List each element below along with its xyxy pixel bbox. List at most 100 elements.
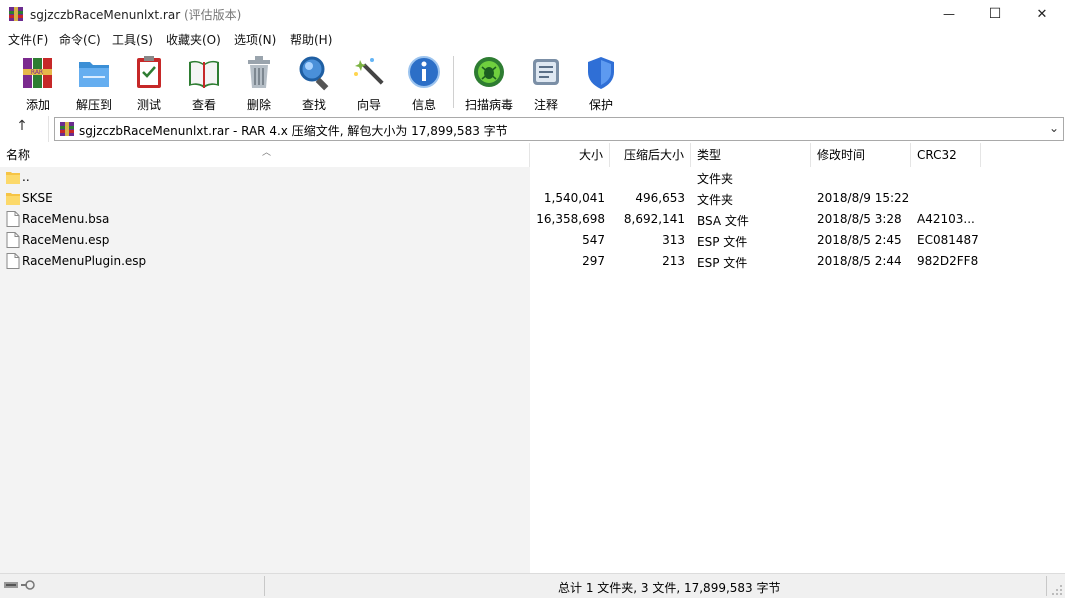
close-button[interactable]: ✕ bbox=[1019, 0, 1065, 28]
arrow-up-icon: ↑ bbox=[16, 118, 28, 134]
menu-options[interactable]: 选项(N) bbox=[234, 31, 276, 48]
menu-help[interactable]: 帮助(H) bbox=[290, 31, 332, 48]
column-name-label: 名称 bbox=[6, 148, 31, 162]
shield-icon bbox=[588, 57, 614, 89]
delete-button[interactable]: 删除 bbox=[230, 54, 286, 112]
row-name: RaceMenu.esp bbox=[22, 233, 110, 247]
column-header-name[interactable]: 名称 ︿ bbox=[0, 143, 530, 167]
table-row[interactable]: RaceMenuPlugin.esp 297 213 ESP 文件 2018/8… bbox=[0, 251, 1065, 272]
column-packed-label: 压缩后大小 bbox=[623, 148, 684, 162]
minimize-button[interactable]: — bbox=[926, 0, 972, 28]
table-row[interactable]: RaceMenu.bsa 16,358,698 8,692,141 BSA 文件… bbox=[0, 209, 1065, 230]
row-modified: 2018/8/9 15:22 bbox=[817, 191, 910, 205]
extract-to-label: 解压到 bbox=[75, 98, 112, 112]
file-icon bbox=[6, 253, 20, 269]
test-label: 测试 bbox=[136, 98, 161, 112]
row-modified: 2018/8/5 2:44 bbox=[817, 254, 902, 268]
archive-books-icon: RAR bbox=[23, 58, 52, 88]
virus-scan-label: 扫描病毒 bbox=[464, 98, 513, 112]
column-size-label: 大小 bbox=[578, 148, 603, 162]
row-type: ESP 文件 bbox=[697, 235, 748, 249]
row-crc: A42103... bbox=[917, 212, 975, 226]
column-header-size[interactable]: 大小 bbox=[530, 143, 610, 167]
test-button[interactable]: 测试 bbox=[120, 54, 176, 112]
file-icon bbox=[6, 211, 20, 227]
add-button[interactable]: RAR 添加 bbox=[9, 54, 65, 112]
maximize-button[interactable]: ☐ bbox=[972, 0, 1018, 28]
trash-can-icon bbox=[248, 56, 270, 88]
column-header-modified[interactable]: 修改时间 bbox=[811, 143, 911, 167]
menu-favorites[interactable]: 收藏夹(O) bbox=[166, 31, 221, 48]
comment-button[interactable]: 注释 bbox=[517, 54, 573, 112]
row-name: .. bbox=[22, 170, 30, 184]
column-crc-label: CRC32 bbox=[917, 148, 957, 162]
table-row[interactable]: RaceMenu.esp 547 313 ESP 文件 2018/8/5 2:4… bbox=[0, 230, 1065, 251]
row-type: ESP 文件 bbox=[697, 256, 748, 270]
address-text: sgjzczbRaceMenunlxt.rar - RAR 4.x 压缩文件, … bbox=[79, 124, 508, 138]
status-bar: 总计 1 文件夹, 3 文件, 17,899,583 字节 bbox=[0, 573, 1065, 598]
chevron-down-icon[interactable]: ⌄ bbox=[1049, 121, 1059, 135]
column-modified-label: 修改时间 bbox=[817, 148, 866, 162]
row-modified: 2018/8/5 3:28 bbox=[817, 212, 902, 226]
minimize-icon: — bbox=[943, 7, 955, 21]
menu-file[interactable]: 文件(F) bbox=[8, 31, 48, 48]
extract-to-button[interactable]: 解压到 bbox=[65, 54, 121, 112]
delete-label: 删除 bbox=[246, 98, 271, 112]
status-separator bbox=[1046, 576, 1047, 596]
virus-scan-button[interactable]: 扫描病毒 bbox=[460, 54, 516, 112]
up-button[interactable]: ↑ bbox=[10, 118, 34, 140]
find-button[interactable]: 查找 bbox=[285, 54, 341, 112]
window-title-suffix: (评估版本) bbox=[183, 8, 242, 22]
info-icon bbox=[408, 56, 440, 88]
info-label: 信息 bbox=[411, 98, 436, 112]
row-name: RaceMenu.bsa bbox=[22, 212, 110, 226]
magnifier-icon bbox=[299, 56, 329, 91]
menu-commands[interactable]: 命令(C) bbox=[59, 31, 101, 48]
protect-label: 保护 bbox=[588, 98, 613, 112]
find-label: 查找 bbox=[301, 98, 326, 112]
menu-bar: 文件(F) 命令(C) 工具(S) 收藏夹(O) 选项(N) 帮助(H) bbox=[0, 28, 1065, 48]
status-summary: 总计 1 文件夹, 3 文件, 17,899,583 字节 bbox=[558, 581, 781, 595]
row-name: SKSE bbox=[22, 191, 53, 205]
column-header-type[interactable]: 类型 bbox=[691, 143, 811, 167]
table-row[interactable]: SKSE 1,540,041 496,653 文件夹 2018/8/9 15:2… bbox=[0, 188, 1065, 209]
address-bar[interactable]: sgjzczbRaceMenunlxt.rar - RAR 4.x 压缩文件, … bbox=[54, 117, 1064, 141]
comment-label: 注释 bbox=[533, 98, 558, 112]
row-name: RaceMenuPlugin.esp bbox=[22, 254, 147, 268]
open-book-icon bbox=[189, 60, 219, 88]
window-title-filename: sgjzczbRaceMenunlxt.rar bbox=[30, 8, 181, 22]
protect-button[interactable]: 保护 bbox=[572, 54, 628, 112]
view-label: 查看 bbox=[191, 98, 216, 112]
address-separator bbox=[48, 116, 49, 142]
svg-text:RAR: RAR bbox=[31, 69, 43, 76]
info-button[interactable]: 信息 bbox=[395, 54, 451, 112]
virus-scan-icon bbox=[474, 57, 504, 87]
status-separator bbox=[264, 576, 265, 596]
clipboard-check-icon bbox=[137, 56, 161, 88]
row-crc: 982D2FF8 bbox=[917, 254, 979, 268]
folder-icon bbox=[6, 193, 20, 205]
title-bar: sgjzczbRaceMenunlxt.rar (评估版本) — ☐ ✕ bbox=[0, 0, 1065, 28]
window-title: sgjzczbRaceMenunlxt.rar (评估版本) bbox=[30, 6, 241, 23]
row-packed: 8,692,141 bbox=[623, 212, 685, 226]
folder-open-icon bbox=[79, 62, 109, 87]
add-label: 添加 bbox=[25, 98, 50, 112]
column-type-label: 类型 bbox=[697, 148, 722, 162]
row-packed: 496,653 bbox=[635, 191, 685, 205]
wizard-button[interactable]: 向导 bbox=[340, 54, 396, 112]
table-row[interactable]: .. 文件夹 bbox=[0, 167, 1065, 188]
view-button[interactable]: 查看 bbox=[175, 54, 231, 112]
close-icon: ✕ bbox=[1036, 6, 1048, 22]
row-type: 文件夹 bbox=[697, 193, 734, 207]
column-header-packed[interactable]: 压缩后大小 bbox=[610, 143, 691, 167]
magic-wand-icon bbox=[354, 58, 384, 85]
address-row: ↑ sgjzczbRaceMenunlxt.rar - RAR 4.x 压缩文件… bbox=[0, 116, 1065, 142]
menu-tools[interactable]: 工具(S) bbox=[112, 31, 153, 48]
row-type: 文件夹 bbox=[697, 172, 734, 186]
folder-icon bbox=[6, 172, 20, 184]
column-header-crc[interactable]: CRC32 bbox=[911, 143, 981, 167]
toolbar: RAR 添加 解压到 测试 查看 删除 查找 向导 信息 扫描病毒 注释 保护 bbox=[0, 48, 1065, 114]
resize-grip-icon[interactable] bbox=[1051, 584, 1063, 596]
drive-key-icon[interactable] bbox=[4, 579, 40, 591]
row-modified: 2018/8/5 2:45 bbox=[817, 233, 902, 247]
